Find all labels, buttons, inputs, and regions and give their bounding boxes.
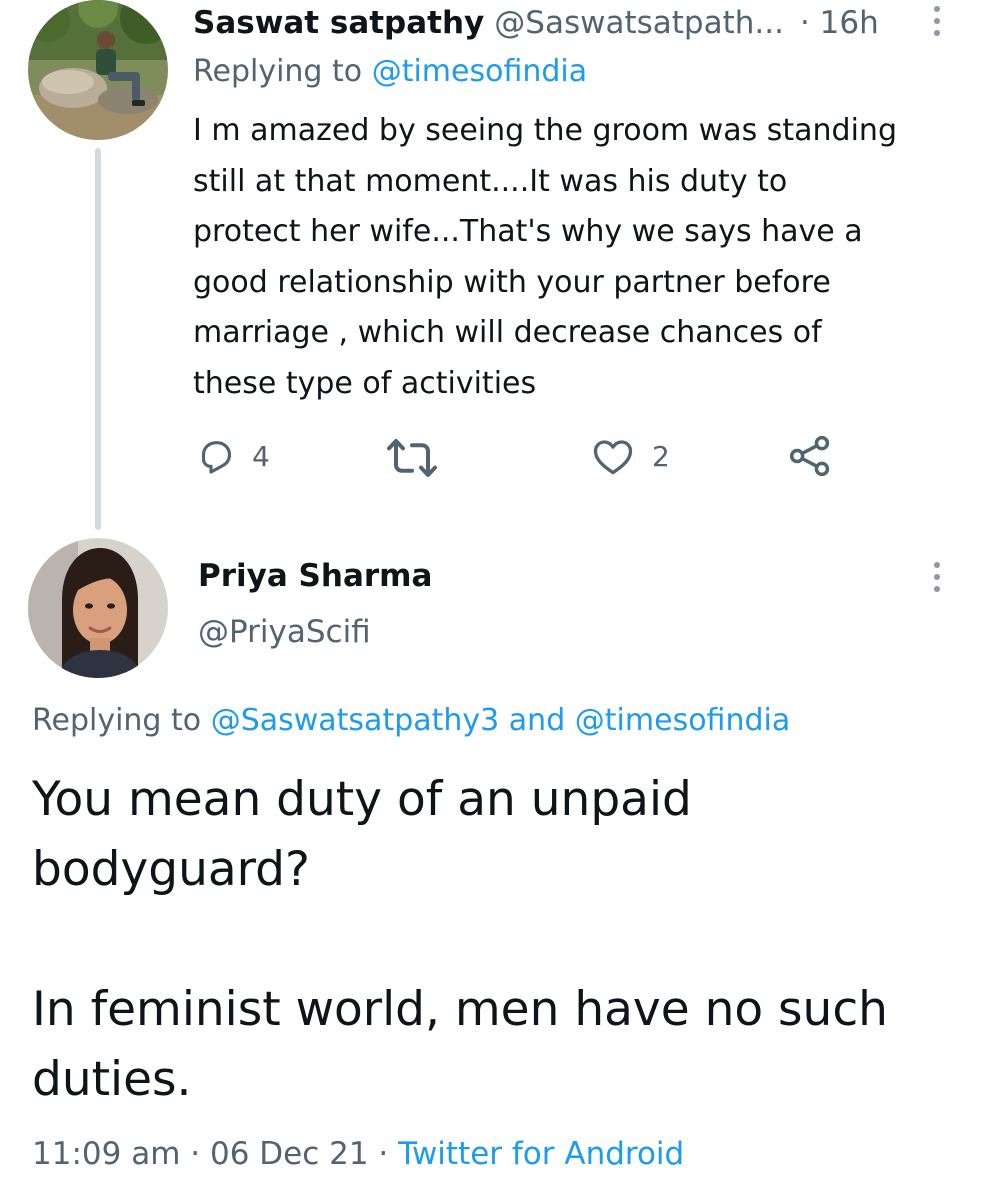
tweet-source-link[interactable]: Twitter for Android: [398, 1136, 684, 1172]
reply-mention-link[interactable]: @Saswatsatpathy3: [211, 703, 500, 738]
tweet-text: I m amazed by seeing the groom was stand…: [193, 113, 897, 401]
replying-and-text: and: [508, 703, 566, 738]
reply-icon: [201, 441, 232, 474]
share-button[interactable]: [788, 434, 832, 478]
more-options-icon[interactable]: [932, 562, 942, 592]
reply-button[interactable]: 4: [196, 436, 270, 476]
thread-connector-line: [95, 148, 101, 530]
tweet-time[interactable]: 11:09 am: [32, 1136, 180, 1172]
tweet-paragraph: You mean duty of an unpaid bodyguard?: [32, 772, 692, 897]
author-name[interactable]: Saswat satpathy: [193, 5, 484, 41]
retweet-button[interactable]: [386, 436, 450, 480]
tweet-header: Saswat satpathy @Saswatsatpath... · 16h: [193, 0, 879, 46]
user-avatar-portrait-photo-icon: [28, 538, 168, 678]
meta-separator: ·: [190, 1136, 201, 1172]
reply-count: 4: [252, 439, 270, 473]
time-separator: ·: [799, 5, 810, 41]
share-icon: [789, 435, 830, 477]
author-handle[interactable]: @Saswatsatpath...: [494, 5, 784, 41]
author-name[interactable]: Priya Sharma: [198, 558, 432, 594]
replying-to: Replying to @timesofindia: [193, 54, 587, 89]
reply-mention-link[interactable]: @timesofindia: [372, 54, 587, 89]
tweet-paragraph: In feminist world, men have no such duti…: [32, 982, 888, 1107]
more-options-icon[interactable]: [932, 6, 942, 36]
reply-mention-link[interactable]: @timesofindia: [575, 703, 790, 738]
tweet-date[interactable]: 06 Dec 21: [210, 1136, 369, 1172]
replying-prefix: Replying to: [32, 703, 202, 738]
tweet-metadata: 11:09 am · 06 Dec 21 · Twitter for Andro…: [32, 1136, 684, 1172]
retweet-icon: [387, 439, 437, 477]
avatar[interactable]: [28, 0, 168, 140]
avatar[interactable]: [28, 538, 168, 678]
like-button[interactable]: 2: [592, 436, 670, 476]
tweet-timestamp[interactable]: · 16h: [800, 5, 879, 41]
like-count: 2: [652, 439, 670, 473]
replying-to: Replying to @Saswatsatpathy3 and @timeso…: [32, 703, 790, 738]
replying-prefix: Replying to: [193, 54, 363, 89]
user-avatar-outdoor-photo-icon: [28, 0, 168, 140]
author-handle[interactable]: @PriyaScifi: [198, 614, 371, 650]
time-value: 16h: [819, 5, 879, 41]
tweet-text: You mean duty of an unpaid bodyguard? In…: [32, 765, 962, 1115]
meta-separator: ·: [378, 1136, 389, 1172]
heart-icon: [593, 440, 633, 475]
